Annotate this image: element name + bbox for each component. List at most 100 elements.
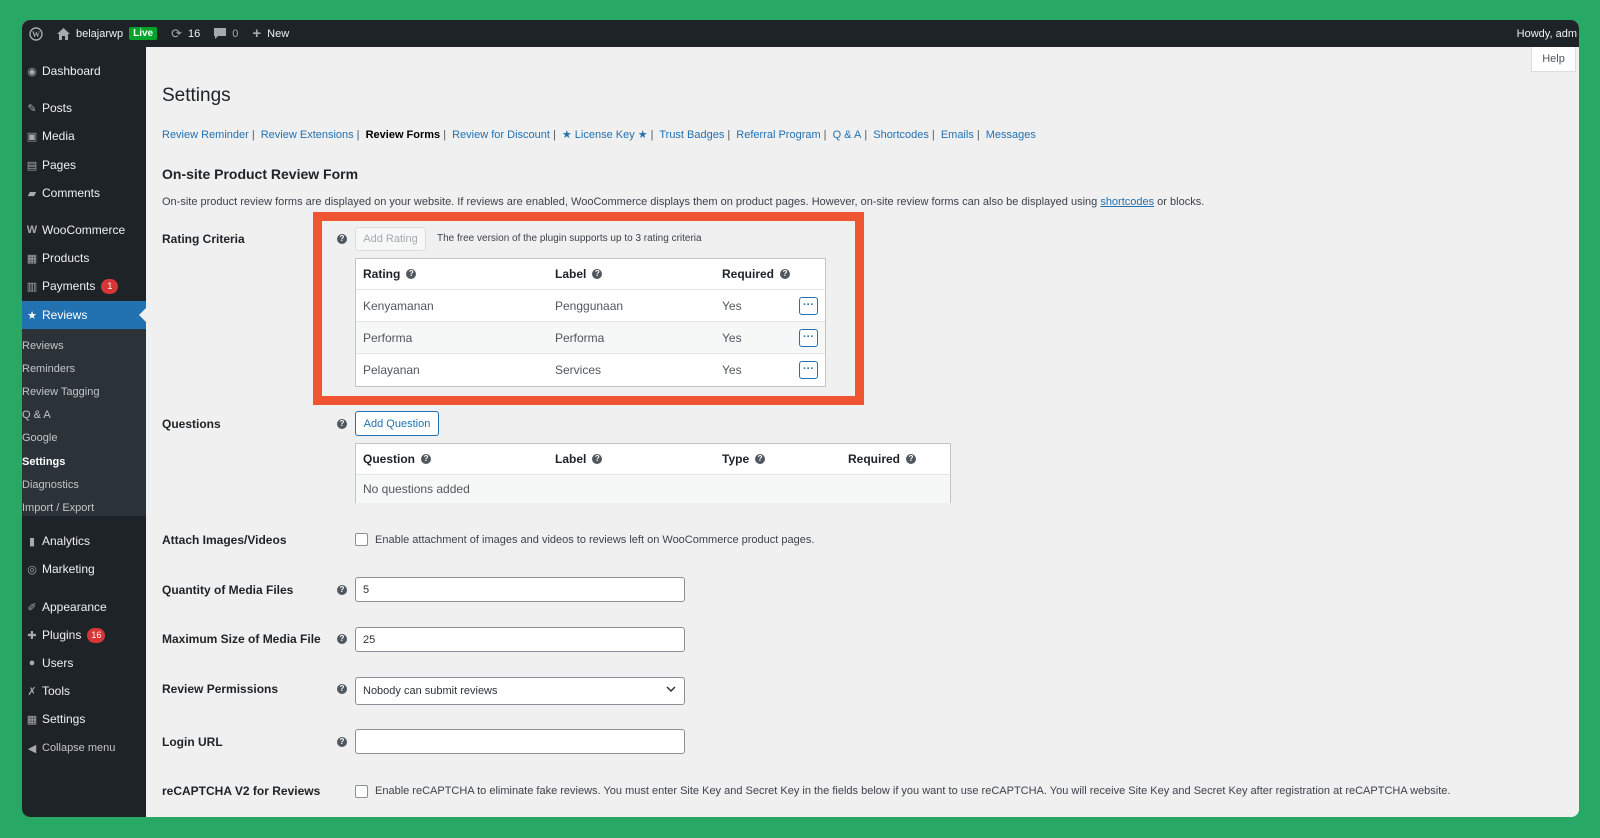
tab-shortcodes[interactable]: Shortcodes [873,129,929,141]
menu-users[interactable]: ● Users [22,649,146,677]
menu-appearance[interactable]: ✐ Appearance [22,593,146,621]
menu-label: Marketing [42,562,95,576]
tab-trust-badges[interactable]: Trust Badges [659,129,724,141]
wordpress-logo-icon[interactable]: W [22,20,50,47]
submenu-review-tagging[interactable]: Review Tagging [22,386,99,398]
payments-badge: 1 [101,278,119,294]
permissions-select[interactable]: Nobody can submit reviews [355,677,685,705]
submenu-settings[interactable]: Settings [22,456,65,468]
add-question-button[interactable]: Add Question [355,411,439,436]
updates-icon: ⟳ [171,25,183,41]
site-name-link[interactable]: belajarwp Live [50,20,164,47]
tab-messages[interactable]: Messages [986,129,1036,141]
menu-media[interactable]: ▣ Media [22,122,146,150]
svg-text:W: W [32,30,40,39]
submenu-qa[interactable]: Q & A [22,409,51,421]
home-icon [57,27,70,40]
max-size-help-icon[interactable]: ? [337,634,347,644]
media-icon: ▣ [26,130,38,143]
menu-dashboard[interactable]: ◉ Dashboard [22,57,146,85]
settings-subtabs: Review Reminder | Review Extensions | Revi… [162,129,1036,141]
chart-icon: ▮ [28,535,36,548]
tab-review-extensions[interactable]: Review Extensions [261,129,354,141]
permissions-label: Review Permissions [162,682,279,696]
quantity-input[interactable]: 5 [355,577,685,602]
comment-icon: ▰ [27,187,37,200]
permissions-help-icon[interactable]: ? [337,684,347,694]
help-icon[interactable]: ? [592,454,603,464]
submenu-import-export[interactable]: Import / Export [22,502,94,514]
plus-icon: + [252,25,262,42]
menu-posts[interactable]: ✎ Posts [22,94,146,122]
help-icon[interactable]: ? [421,454,432,464]
menu-products[interactable]: ▦ Products [22,244,146,272]
login-url-input[interactable] [355,729,685,754]
menu-pages[interactable]: ▤ Pages [22,151,146,179]
attach-checkbox[interactable] [355,533,368,546]
brush-icon: ✐ [27,601,37,614]
new-content-link[interactable]: + New [245,20,296,47]
comments-link[interactable]: 0 [207,20,245,47]
menu-label: Users [42,656,74,670]
dashboard-icon: ◉ [27,65,37,78]
reviews-submenu: Reviews Reminders Review Tagging Q & A G… [22,329,146,516]
menu-collapse[interactable]: ◀ Collapse menu [22,734,146,762]
section-title: On-site Product Review Form [162,166,359,182]
admin-sidebar: ◉ Dashboard ✎ Posts ▣ Media ▤ Pages ▰ Comment… [22,47,146,817]
column-header-question: Question? [363,444,432,474]
desc-after: or blocks. [1154,196,1205,208]
help-icon[interactable]: ? [906,454,917,464]
updates-link[interactable]: ⟳ 16 [164,20,207,47]
menu-label: Collapse menu [42,742,116,754]
tab-license-key[interactable]: ★ License Key ★ [562,129,648,141]
howdy-account[interactable]: Howdy, adm [1517,20,1577,47]
attach-checkbox-label: Enable attachment of images and videos t… [375,534,815,546]
submenu-google[interactable]: Google [22,432,57,444]
tab-review-for-discount[interactable]: Review for Discount [452,129,550,141]
questions-label: Questions [162,417,221,431]
pin-icon: ✎ [27,102,37,115]
recaptcha-checkbox[interactable] [355,785,368,798]
header-text: Question [363,452,416,466]
menu-label: Posts [42,101,73,115]
site-name: belajarwp [76,27,124,40]
menu-plugins[interactable]: ✚ Plugins 16 [22,621,146,649]
tab-emails[interactable]: Emails [941,129,974,141]
section-description: On-site product review forms are display… [162,196,1204,208]
menu-analytics[interactable]: ▮ Analytics [22,527,146,555]
menu-label: Analytics [42,534,91,548]
tab-qa[interactable]: Q & A [833,129,862,141]
menu-comments[interactable]: ▰ Comments [22,179,146,207]
help-icon[interactable]: ? [755,454,766,464]
header-text: Required [848,452,901,466]
max-size-input[interactable]: 25 [355,627,685,652]
tab-referral-program[interactable]: Referral Program [736,129,820,141]
submenu-reviews[interactable]: Reviews [22,340,64,352]
menu-marketing[interactable]: ◎ Marketing [22,555,146,583]
menu-label: WooCommerce [42,223,126,237]
desc-before: On-site product review forms are display… [162,196,1101,208]
woocommerce-icon: W [26,224,38,236]
star-icon: ★ [27,309,37,322]
questions-help-icon[interactable]: ? [337,419,347,429]
column-header-label: Label? [555,444,603,474]
menu-woocommerce[interactable]: W WooCommerce [22,216,146,244]
shortcodes-link[interactable]: shortcodes [1100,196,1154,208]
wrench-icon: ✗ [27,685,37,698]
recaptcha-checkbox-label: Enable reCAPTCHA to eliminate fake revie… [375,785,1451,797]
quantity-help-icon[interactable]: ? [337,585,347,595]
submenu-diagnostics[interactable]: Diagnostics [22,479,79,491]
menu-settings[interactable]: ▦ Settings [22,705,146,733]
submenu-reminders[interactable]: Reminders [22,363,75,375]
menu-tools[interactable]: ✗ Tools [22,677,146,705]
login-url-help-icon[interactable]: ? [337,737,347,747]
menu-reviews[interactable]: ★ Reviews [22,301,146,329]
plugin-icon: ✚ [27,629,37,642]
menu-payments[interactable]: ▥ Payments 1 [22,272,146,300]
admin-bar: W belajarwp Live ⟳ 16 0 + New Howdy, adm [22,20,1579,47]
tab-review-forms[interactable]: Review Forms [366,129,441,141]
help-tab[interactable]: Help [1531,47,1576,72]
collapse-icon: ◀ [27,742,37,755]
tab-review-reminder[interactable]: Review Reminder [162,129,249,141]
megaphone-icon: ◎ [27,563,37,576]
